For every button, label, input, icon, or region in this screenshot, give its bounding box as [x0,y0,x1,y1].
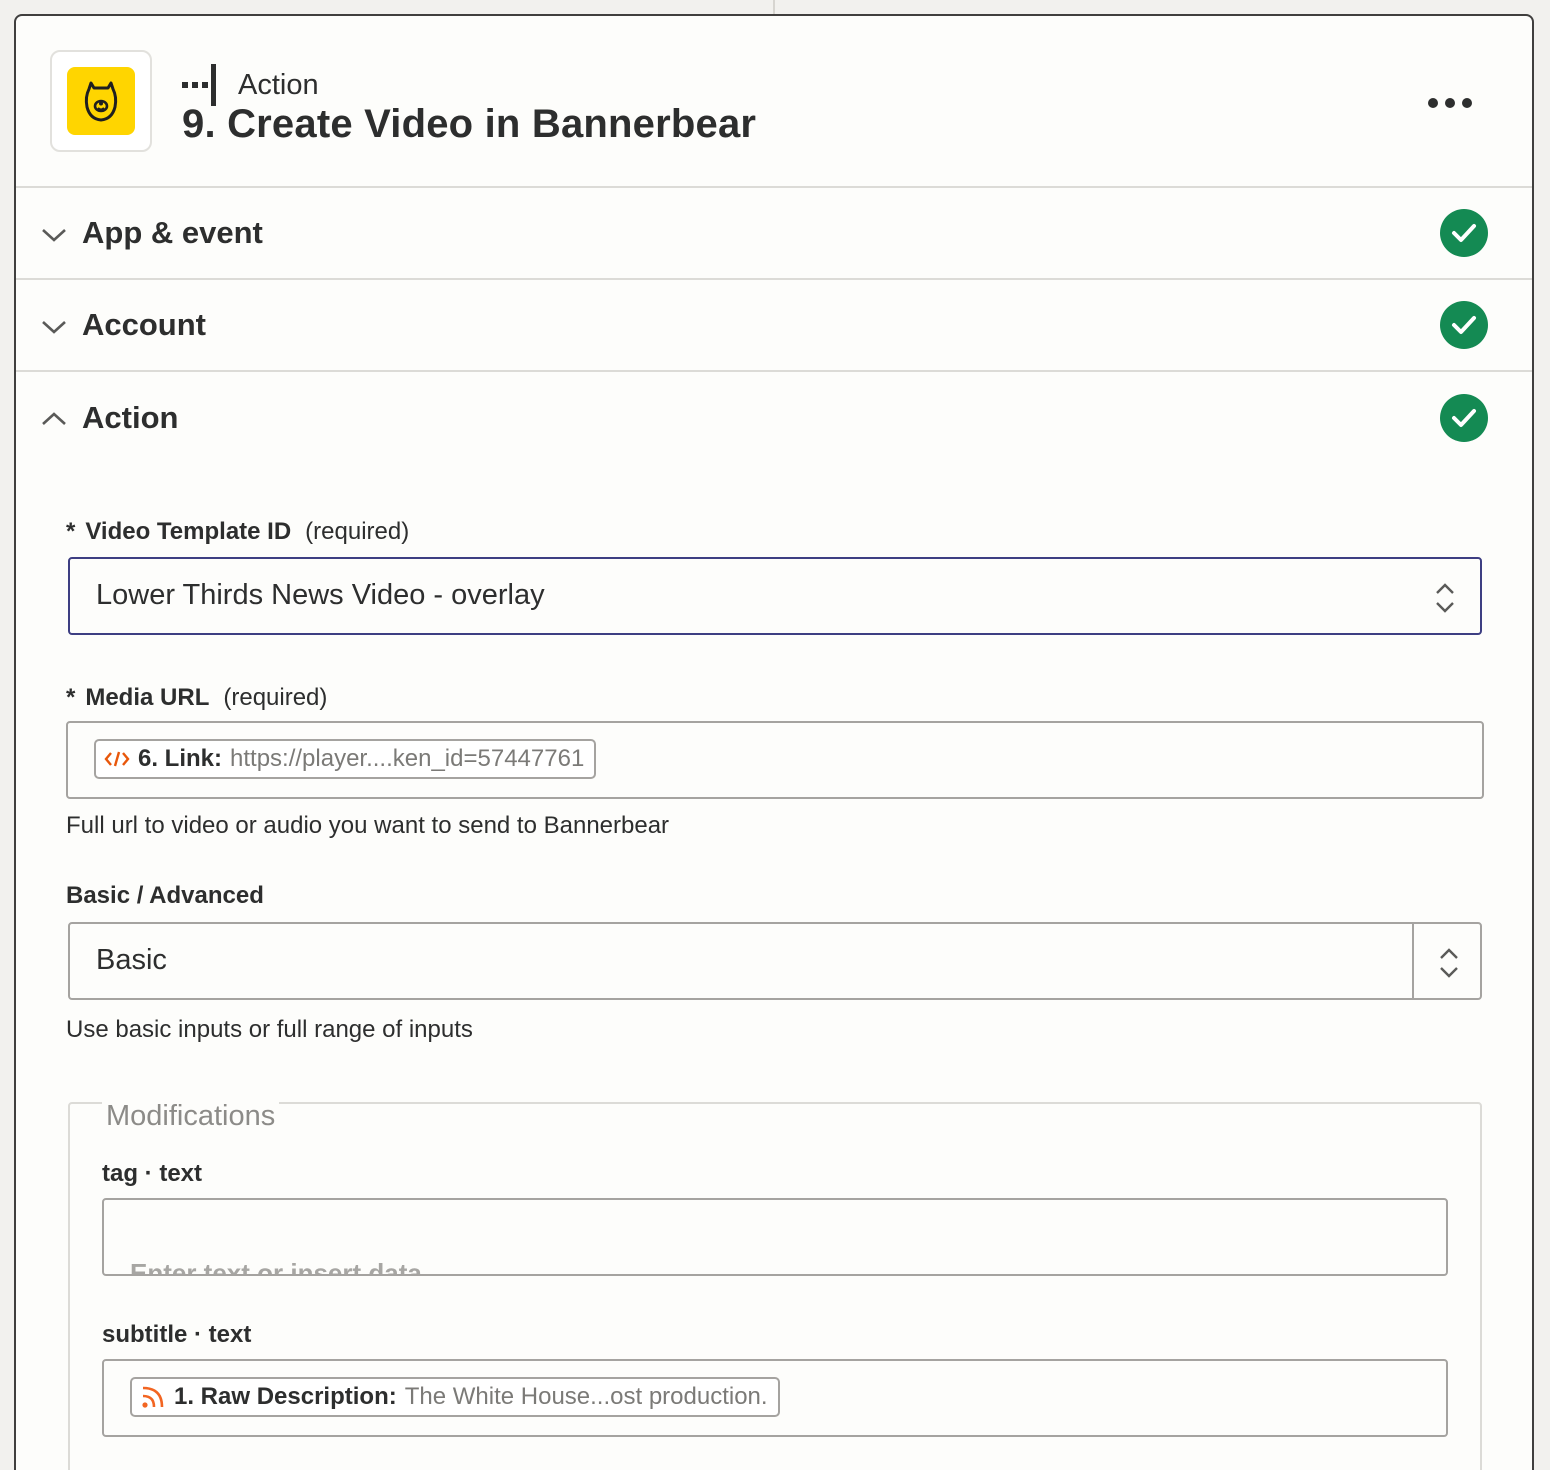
pill-label: 6. Link: [138,745,223,772]
select-toggle-button[interactable] [1412,924,1480,998]
step-type-label: Action [238,68,319,101]
basic-advanced-label: Basic / Advanced [66,882,264,909]
basic-advanced-value: Basic [96,944,167,976]
chevron-down-icon [42,229,66,242]
required-tag: (required) [223,684,328,711]
video-template-value: Lower Thirds News Video - overlay [96,579,545,611]
pill-value: The White House...ost production. [404,1383,768,1410]
top-divider [773,0,775,14]
required-star: * [66,518,76,545]
section-action[interactable]: Action [16,372,1532,464]
media-url-label-text: Media URL [85,684,210,711]
section-title: Action [82,400,179,435]
required-tag: (required) [305,518,410,545]
required-star: * [66,684,76,711]
more-dot-icon [1445,98,1455,108]
tag-text-label: tag · text [102,1160,203,1187]
modifications-legend: Modifications [102,1100,280,1133]
more-dot-icon [1428,98,1438,108]
subtitle-text-label: subtitle · text [102,1321,252,1348]
pill-value: https://player....ken_id=57447761 [230,745,585,772]
check-icon [1440,301,1488,349]
check-icon [1440,209,1488,257]
bannerbear-logo-icon [67,67,135,135]
section-title: App & event [82,215,263,250]
step-title: 9. Create Video in Bannerbear [182,102,757,146]
media-url-input[interactable]: 6. Link: https://player....ken_id=574477… [66,721,1484,799]
section-title: Account [82,307,206,342]
video-template-label: * Video Template ID (required) [66,518,409,546]
step-editor-panel: Action 9. Create Video in Bannerbear App… [14,14,1534,1470]
media-url-help: Full url to video or audio you want to s… [66,812,670,839]
step-type: Action [182,64,319,106]
check-icon [1440,394,1488,442]
action-step-icon [182,64,216,106]
section-account[interactable]: Account [16,280,1532,372]
more-dot-icon [1462,98,1472,108]
chevron-up-icon [42,412,66,425]
basic-advanced-help: Use basic inputs or full range of inputs [66,1016,473,1043]
video-template-label-text: Video Template ID [85,518,292,545]
select-updown-icon [1440,948,1458,978]
data-pill-link[interactable]: 6. Link: https://player....ken_id=574477… [94,739,597,779]
chevron-down-icon [42,321,66,334]
tag-text-input[interactable]: Enter text or insert data... [102,1198,1448,1276]
more-options-button[interactable] [1428,88,1472,118]
subtitle-text-input[interactable]: 1. Raw Description: The White House...os… [102,1359,1448,1437]
step-header: Action 9. Create Video in Bannerbear [16,16,1532,188]
pill-label: 1. Raw Description: [174,1383,397,1410]
data-pill-raw-description[interactable]: 1. Raw Description: The White House...os… [130,1377,780,1417]
section-app-event[interactable]: App & event [16,188,1532,280]
media-url-label: * Media URL (required) [66,684,327,712]
basic-advanced-select[interactable]: Basic [68,922,1482,1000]
tag-text-placeholder: Enter text or insert data... [130,1258,444,1276]
code-icon [104,751,130,767]
app-logo [50,50,152,152]
rss-icon [142,1386,164,1408]
select-updown-icon [1436,583,1454,613]
video-template-select[interactable]: Lower Thirds News Video - overlay [68,557,1482,635]
